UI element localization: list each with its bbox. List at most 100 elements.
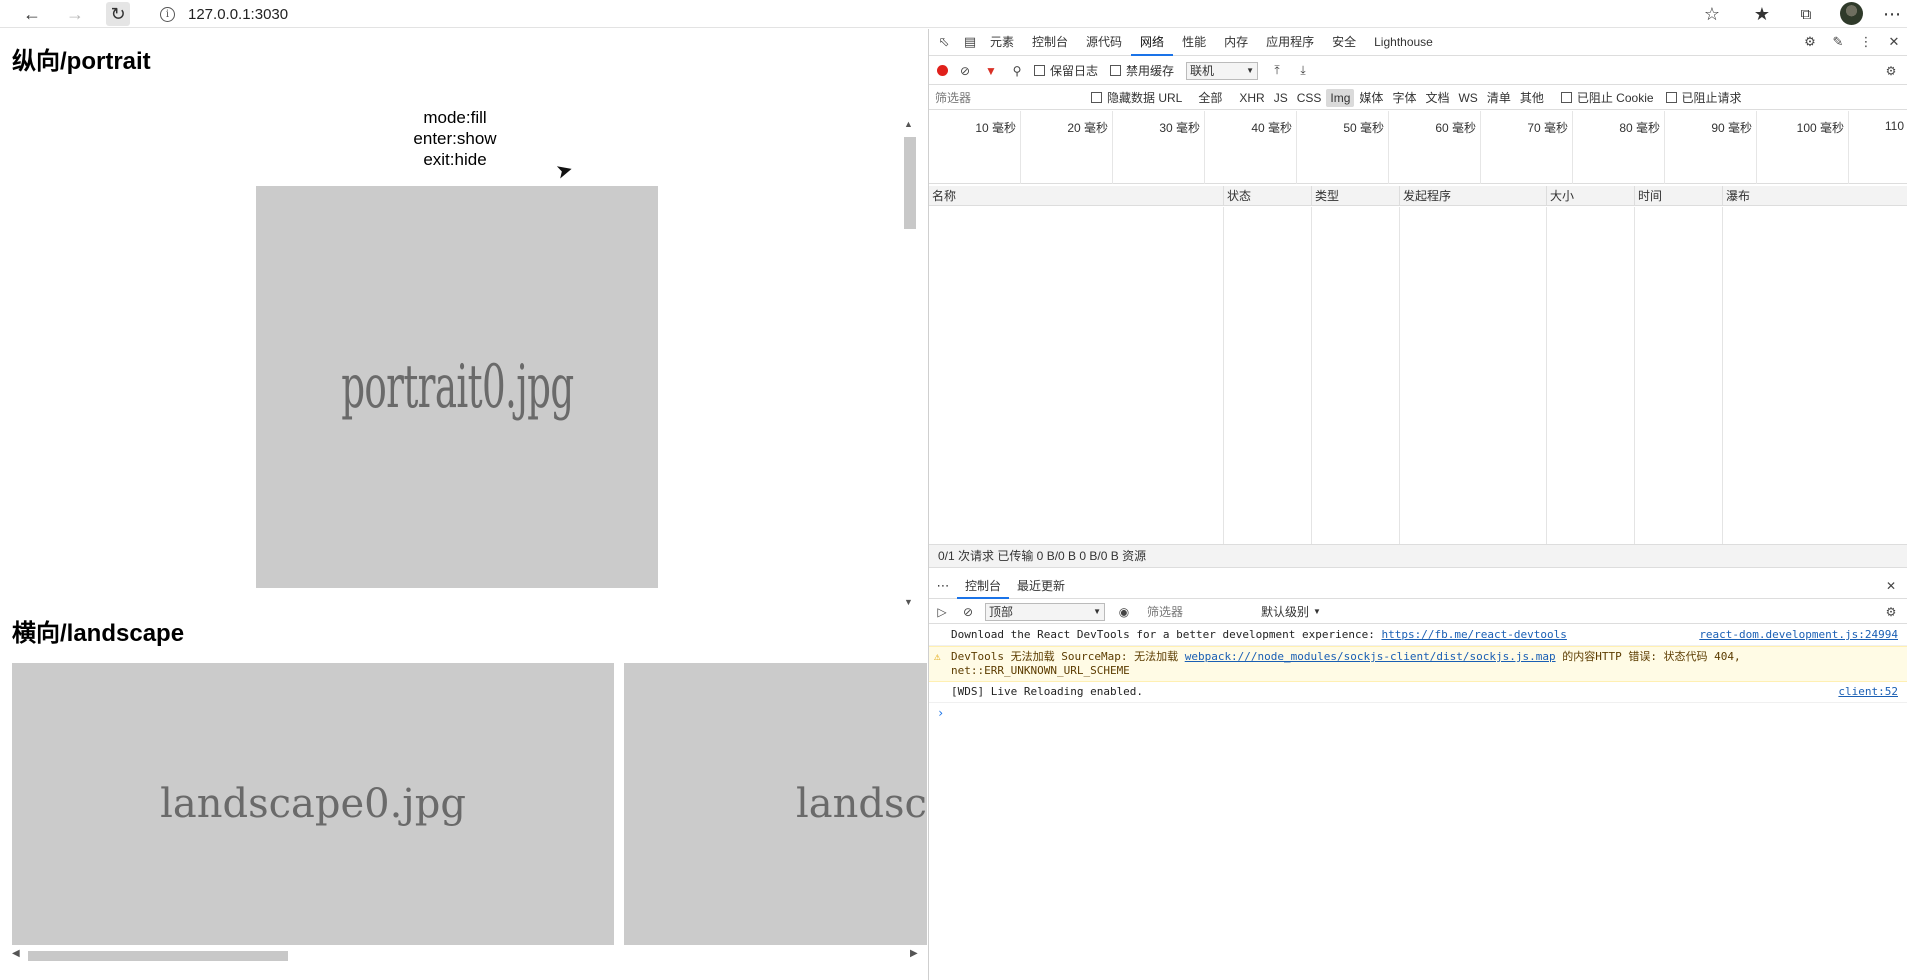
- import-har-icon[interactable]: ⤒: [1268, 62, 1286, 80]
- filter-type-font[interactable]: 字体: [1388, 87, 1420, 108]
- tab-application[interactable]: 应用程序: [1257, 29, 1323, 56]
- more-icon[interactable]: ⋯: [1880, 2, 1904, 26]
- column-name[interactable]: 名称: [929, 186, 1223, 206]
- throttling-select[interactable]: 联机 ▼: [1186, 61, 1259, 80]
- filter-type-css[interactable]: CSS: [1293, 89, 1326, 107]
- reload-icon[interactable]: ↻: [106, 2, 130, 26]
- column-initiator[interactable]: 发起程序: [1399, 186, 1546, 206]
- settings-gear-icon[interactable]: ⚙: [1799, 31, 1821, 53]
- tab-console[interactable]: 控制台: [1023, 29, 1077, 56]
- checkbox-icon[interactable]: [1110, 65, 1122, 76]
- feedback-icon[interactable]: ✎: [1827, 31, 1849, 53]
- message-source-link[interactable]: react-dom.development.js:24994: [1699, 628, 1898, 642]
- tab-network[interactable]: 网络: [1131, 29, 1174, 56]
- search-icon[interactable]: ⚲: [1008, 62, 1026, 80]
- network-timeline[interactable]: 10 毫秒 20 毫秒 30 毫秒 40 毫秒 50 毫秒 60 毫秒 70 毫…: [929, 111, 1907, 184]
- blocked-requests-checkbox[interactable]: 已阻止请求: [1665, 89, 1742, 106]
- message-link[interactable]: webpack:///node_modules/sockjs-client/di…: [1185, 650, 1556, 663]
- star-icon[interactable]: ☆: [1700, 2, 1724, 26]
- message-link[interactable]: https://fb.me/react-devtools: [1381, 628, 1566, 641]
- scroll-left-icon[interactable]: ◀: [12, 948, 20, 959]
- log-levels-dropdown[interactable]: 默认级别 ▼: [1261, 603, 1321, 620]
- export-har-icon[interactable]: ⤓: [1294, 62, 1312, 80]
- checkbox-icon[interactable]: [1560, 92, 1572, 103]
- inspect-icon[interactable]: ⬁: [933, 31, 955, 53]
- drawer-close-icon[interactable]: ✕: [1882, 577, 1900, 595]
- column-waterfall[interactable]: 瀑布: [1722, 186, 1907, 206]
- message-source-link[interactable]: client:52: [1838, 685, 1898, 699]
- console-filter-input[interactable]: 筛选器: [1141, 603, 1261, 620]
- filter-type-ws[interactable]: WS: [1454, 89, 1481, 107]
- checkbox-icon[interactable]: [1665, 92, 1677, 103]
- live-expression-eye-icon[interactable]: ◉: [1115, 603, 1133, 621]
- tab-lighthouse[interactable]: Lighthouse: [1365, 29, 1442, 56]
- column-time[interactable]: 时间: [1634, 186, 1722, 206]
- tab-performance[interactable]: 性能: [1173, 29, 1215, 56]
- column-status[interactable]: 状态: [1223, 186, 1311, 206]
- collections-icon[interactable]: ⧉: [1794, 2, 1818, 26]
- checkbox-icon[interactable]: [1091, 92, 1102, 103]
- scroll-up-icon[interactable]: ▲: [904, 119, 913, 129]
- vertical-scrollbar[interactable]: ▲ ▼: [902, 119, 920, 609]
- column-size[interactable]: 大小: [1546, 186, 1634, 206]
- landscape-image-text: landscape0.jpg: [160, 781, 466, 827]
- filter-type-media[interactable]: 媒体: [1355, 87, 1387, 108]
- checkbox-icon[interactable]: [1034, 65, 1045, 76]
- network-filter-bar: 筛选器 隐藏数据 URL 全部 XHR JS CSS Img 媒体 字体 文档 …: [929, 86, 1907, 110]
- drawer-tab-console[interactable]: 控制台: [957, 574, 1010, 599]
- info-icon[interactable]: i: [160, 6, 175, 22]
- filter-type-doc[interactable]: 文档: [1421, 87, 1453, 108]
- tab-sources[interactable]: 源代码: [1077, 29, 1131, 56]
- address-bar[interactable]: i 127.0.0.1:3030: [160, 2, 288, 26]
- filter-input[interactable]: 筛选器: [929, 89, 1079, 106]
- request-table-header: 名称 状态 类型 发起程序 大小 时间 瀑布: [929, 186, 1907, 206]
- timeline-tick: 70 毫秒: [1481, 111, 1573, 184]
- portrait-mode-label: mode:fill enter:show exit:hide: [360, 107, 550, 170]
- filter-type-all[interactable]: 全部: [1194, 87, 1226, 108]
- filter-type-other[interactable]: 其他: [1516, 87, 1548, 108]
- hide-data-urls-checkbox[interactable]: 隐藏数据 URL: [1091, 89, 1182, 106]
- scroll-thumb[interactable]: [904, 137, 916, 229]
- drawer-more-icon[interactable]: ⋯: [929, 578, 957, 594]
- filter-type-xhr[interactable]: XHR: [1235, 89, 1268, 107]
- clear-icon[interactable]: ⊘: [956, 62, 974, 80]
- record-icon[interactable]: [937, 65, 948, 76]
- network-toolbar: ⊘ ▼ ⚲ 保留日志 禁用缓存 联机 ▼ ⤒ ⤓ ⚙: [929, 57, 1907, 85]
- context-select[interactable]: 顶部 ▼: [985, 602, 1105, 621]
- disable-cache-label: 禁用缓存: [1126, 64, 1175, 78]
- warning-icon: ⚠: [934, 650, 941, 663]
- filter-type-js[interactable]: JS: [1270, 89, 1292, 107]
- tab-elements[interactable]: 元素: [981, 29, 1023, 56]
- console-settings-gear-icon[interactable]: ⚙: [1882, 603, 1900, 621]
- filter-type-manifest[interactable]: 清单: [1483, 87, 1515, 108]
- mode-line: mode:fill: [423, 108, 487, 127]
- horizontal-scrollbar[interactable]: ◀ ▶: [10, 947, 920, 965]
- clear-console-icon[interactable]: ⊘: [959, 603, 977, 621]
- blocked-cookies-checkbox[interactable]: 已阻止 Cookie: [1560, 89, 1654, 106]
- close-icon[interactable]: ✕: [1883, 31, 1905, 53]
- filter-type-img[interactable]: Img: [1326, 88, 1355, 107]
- disable-cache-checkbox[interactable]: 禁用缓存: [1110, 62, 1174, 79]
- console-sidebar-icon[interactable]: ▷: [933, 603, 951, 621]
- tab-security[interactable]: 安全: [1323, 29, 1365, 56]
- filter-icon[interactable]: ▼: [982, 62, 1000, 80]
- url-text: 127.0.0.1:3030: [188, 5, 289, 23]
- network-settings-gear-icon[interactable]: ⚙: [1882, 62, 1900, 80]
- drawer-tab-whats-new[interactable]: 最近更新: [1009, 574, 1073, 599]
- message-text: [WDS] Live Reloading enabled.: [951, 685, 1144, 698]
- exit-line: exit:hide: [423, 150, 487, 169]
- console-prompt[interactable]: ›: [929, 703, 1907, 720]
- preserve-log-checkbox[interactable]: 保留日志: [1034, 62, 1098, 79]
- more-vertical-icon[interactable]: ⋮: [1855, 31, 1877, 53]
- column-type[interactable]: 类型: [1311, 186, 1399, 206]
- scroll-thumb[interactable]: [28, 951, 288, 961]
- scroll-right-icon[interactable]: ▶: [910, 948, 918, 959]
- column-divider: [1722, 207, 1723, 544]
- tab-memory[interactable]: 内存: [1215, 29, 1257, 56]
- forward-arrow-icon[interactable]: →: [63, 2, 87, 26]
- scroll-down-icon[interactable]: ▼: [904, 597, 913, 607]
- favorites-icon[interactable]: ★: [1750, 2, 1774, 26]
- avatar[interactable]: [1840, 2, 1863, 25]
- back-arrow-icon[interactable]: ←: [20, 2, 44, 26]
- device-toolbar-icon[interactable]: ▤: [959, 31, 981, 53]
